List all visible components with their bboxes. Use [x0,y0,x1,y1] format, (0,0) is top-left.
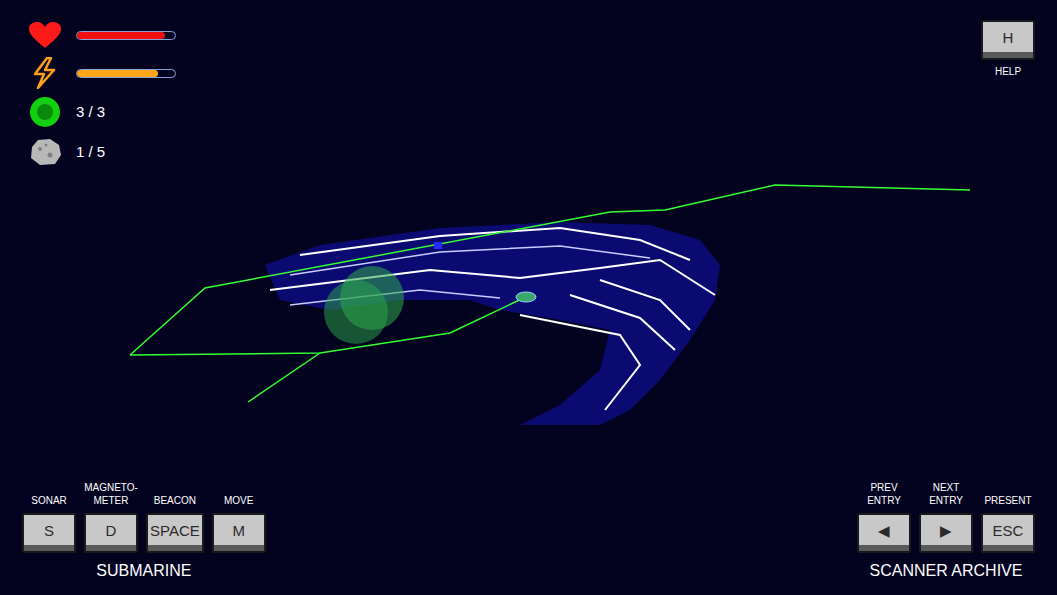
rock-icon [28,137,62,167]
control-key: MOVE M [212,481,266,553]
heart-icon [28,21,62,49]
game-screen: 3 / 31 / 5HHELPSONARSMAGNETO-METERDBEACO… [0,0,1057,595]
group-title: SCANNER ARCHIVE [870,561,1023,581]
key-button[interactable]: ◀ [857,513,911,553]
key-label: BEACON [154,494,196,507]
key-label: MAGNETO- [84,481,138,494]
key-button[interactable]: ▶ [919,513,973,553]
key-label: PRESENT [984,494,1031,507]
key-button[interactable]: H [981,20,1035,60]
energy-bar [76,69,176,78]
control-group: SONAR S MAGNETO-METER D BEACON SPACE MOVE M SUBM… [22,481,266,581]
key-label: ENTRY [867,494,901,507]
key-button[interactable]: D [84,513,138,553]
control-key: MAGNETO-METER D [84,481,138,553]
key-button[interactable]: SPACE [146,513,204,553]
key-label: METER [94,494,129,507]
health-bar [76,31,176,40]
hud: 3 / 3 1 / 5 [22,20,176,168]
control-key: SONAR S [22,481,76,553]
control-key: NEXTENTRY ▶ [919,481,973,553]
lightning-icon [28,57,62,89]
help-label: HELP [995,64,1021,79]
control-key: PRESENT ESC [981,481,1035,553]
key-label: SONAR [31,494,67,507]
group-title: SUBMARINE [96,561,191,581]
key-label: NEXT [933,481,960,494]
key-button[interactable]: ESC [981,513,1035,553]
key-label: ENTRY [929,494,963,507]
key-label: PREV [870,481,897,494]
beacon-icon [28,96,62,128]
key-button[interactable]: S [22,513,76,553]
control-key: PREVENTRY ◀ [857,481,911,553]
control-group: PREVENTRY◀NEXTENTRY▶PRESENTESCSCANNER AR… [857,481,1035,581]
control-key: BEACON SPACE [146,481,204,553]
help: H HELP [981,20,1035,79]
key-button[interactable]: M [212,513,266,553]
beacon-count: 3 / 3 [76,101,105,124]
key-label: MOVE [224,494,253,507]
sample-count: 1 / 5 [76,141,105,164]
